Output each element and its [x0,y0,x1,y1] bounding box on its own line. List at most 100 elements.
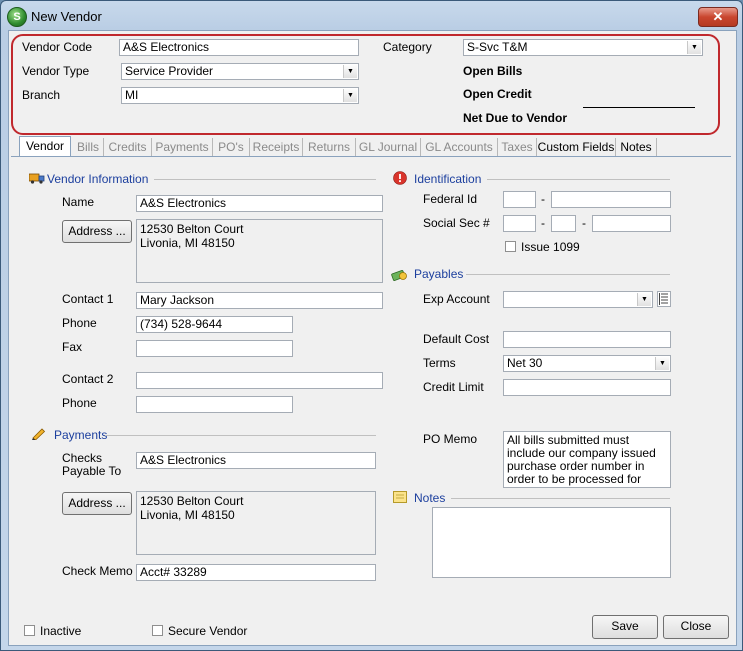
tab-custom-fields[interactable]: Custom Fields [537,138,616,156]
contact2-input[interactable] [136,372,383,389]
tab-gl-journal[interactable]: GL Journal [356,138,421,156]
category-select[interactable]: S-Svc T&M ▼ [463,39,703,56]
vendor-code-label: Vendor Code [22,40,93,54]
note-icon [393,491,407,503]
open-bills-label: Open Bills [463,64,523,78]
identification-title: Identification [414,172,482,186]
alert-icon [393,171,407,185]
pencil-icon [31,426,46,441]
ssn-part1-input[interactable] [503,215,536,232]
issue-1099-checkbox[interactable] [505,241,516,252]
check-memo-input[interactable]: Acct# 33289 [136,564,376,581]
account-lookup-icon[interactable] [657,291,671,307]
window-close-button[interactable]: ✕ [698,7,738,27]
fax-label: Fax [62,340,83,354]
contact2-label: Contact 2 [62,372,114,386]
checks-payable-label: Checks Payable To [62,451,122,478]
federal-id-input[interactable] [551,191,671,208]
federal-id-label: Federal Id [423,192,478,206]
terms-label: Terms [423,356,456,370]
vendor-address-button[interactable]: Address ... [62,220,132,243]
inactive-label: Inactive [40,624,82,638]
exp-account-select[interactable]: ▼ [503,291,653,308]
vendor-type-select[interactable]: Service Provider ▼ [121,63,359,80]
truck-icon [28,172,45,184]
tab-notes[interactable]: Notes [616,138,657,156]
ssn-dash1: - [541,216,545,230]
phone2-label: Phone [62,396,97,410]
chevron-down-icon[interactable]: ▼ [655,357,669,370]
net-due-underline [583,107,695,108]
payables-title: Payables [414,267,464,281]
phone2-input[interactable] [136,396,293,413]
default-cost-input[interactable] [503,331,671,348]
terms-select[interactable]: Net 30 ▼ [503,355,671,372]
federal-id-dash: - [541,192,545,206]
chevron-down-icon[interactable]: ▼ [637,293,651,306]
divider [487,179,670,180]
tab-gl-accounts[interactable]: GL Accounts [421,138,498,156]
social-sec-label: Social Sec # [423,216,490,230]
money-icon [391,266,407,281]
close-button[interactable]: Close [663,615,729,639]
title-bar[interactable]: S New Vendor ✕ [1,1,742,31]
po-memo-textarea[interactable]: All bills submitted must include our com… [503,431,671,488]
secure-vendor-label: Secure Vendor [168,624,248,638]
vendor-information-title: Vendor Information [47,172,149,186]
tab-credits[interactable]: Credits [104,138,152,156]
divider [105,435,376,436]
contact1-label: Contact 1 [62,292,114,306]
default-cost-label: Default Cost [423,332,490,346]
form-body: Vendor Code A&S Electronics Vendor Type … [8,30,737,646]
net-due-label: Net Due to Vendor [463,111,568,125]
payments-title: Payments [54,428,108,442]
ssn-part2-input[interactable] [551,215,576,232]
category-value: S-Svc T&M [467,40,528,54]
tab-taxes[interactable]: Taxes [498,138,537,156]
category-label: Category [383,40,432,54]
notes-textarea[interactable] [432,507,671,578]
fax-input[interactable] [136,340,293,357]
divider [451,498,670,499]
divider [466,274,670,275]
window: S New Vendor ✕ Vendor Code A&S Electroni… [0,0,743,651]
branch-select[interactable]: MI ▼ [121,87,359,104]
exp-account-label: Exp Account [423,292,490,306]
po-memo-label: PO Memo [423,432,478,446]
tab-payments[interactable]: Payments [152,138,213,156]
save-button[interactable]: Save [592,615,658,639]
chevron-down-icon[interactable]: ▼ [687,41,701,54]
chevron-down-icon[interactable]: ▼ [343,65,357,78]
phone-input[interactable]: (734) 528-9644 [136,316,293,333]
vendor-code-input[interactable]: A&S Electronics [119,39,359,56]
phone-label: Phone [62,316,97,330]
secure-vendor-checkbox[interactable] [152,625,163,636]
chevron-down-icon[interactable]: ▼ [343,89,357,102]
open-credit-label: Open Credit [463,87,532,101]
tab-pos[interactable]: PO's [213,138,250,156]
tab-returns[interactable]: Returns [303,138,356,156]
federal-id-prefix-input[interactable] [503,191,536,208]
credit-limit-input[interactable] [503,379,671,396]
tab-receipts[interactable]: Receipts [250,138,303,156]
vendor-type-label: Vendor Type [22,64,90,78]
tab-vendor[interactable]: Vendor [19,136,71,158]
notes-title: Notes [414,491,446,505]
vendor-type-value: Service Provider [125,64,214,78]
name-input[interactable]: A&S Electronics [136,195,383,212]
ssn-dash2: - [582,216,586,230]
credit-limit-label: Credit Limit [423,380,484,394]
contact1-input[interactable]: Mary Jackson [136,292,383,309]
vendor-address-box[interactable]: 12530 Belton Court Livonia, MI 48150 [136,219,383,283]
check-memo-label: Check Memo [62,564,133,578]
checks-payable-input[interactable]: A&S Electronics [136,452,376,469]
tab-bills[interactable]: Bills [73,138,104,156]
inactive-checkbox[interactable] [24,625,35,636]
name-label: Name [62,195,95,209]
ssn-part3-input[interactable] [592,215,671,232]
payments-address-box[interactable]: 12530 Belton Court Livonia, MI 48150 [136,491,376,555]
divider [154,179,376,180]
terms-value: Net 30 [507,356,543,370]
window-title: New Vendor [31,9,102,24]
payments-address-button[interactable]: Address ... [62,492,132,515]
